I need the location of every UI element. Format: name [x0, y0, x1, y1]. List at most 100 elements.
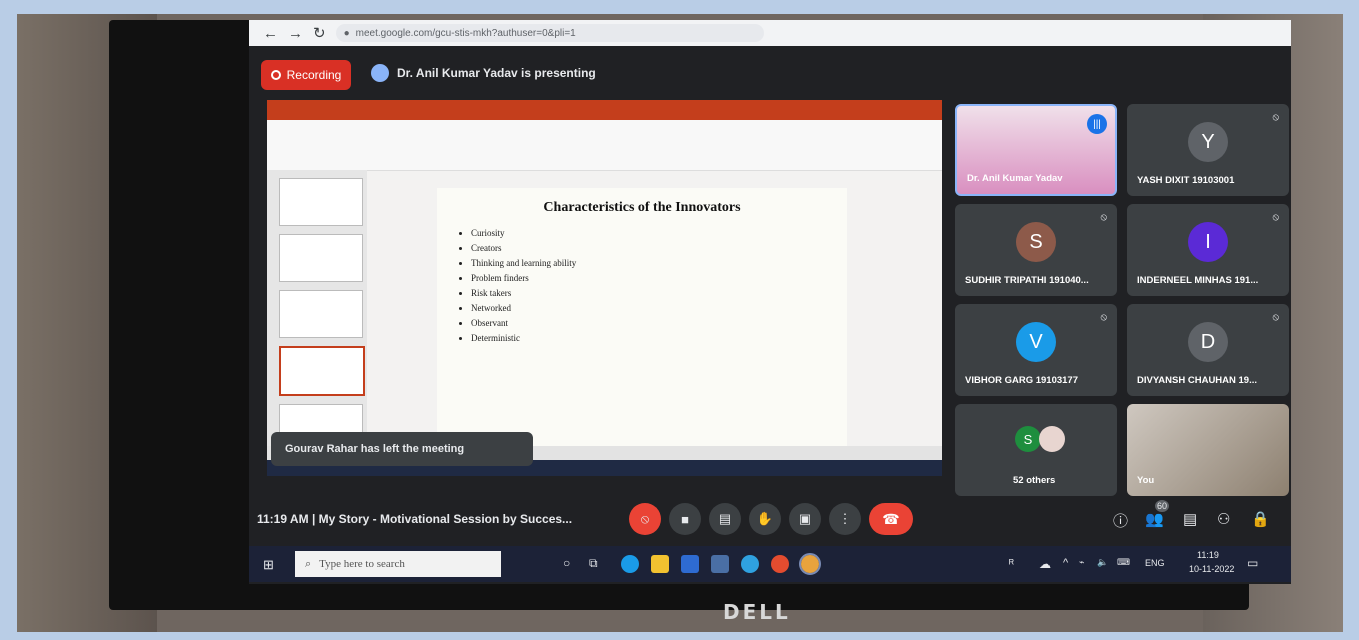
slide-bullet: Curiosity [471, 226, 847, 241]
mic-off-icon: ⦸ [1100, 312, 1107, 323]
hand-icon: ✋ [756, 511, 774, 526]
slide-bullet: Networked [471, 301, 847, 316]
participant-avatar: I [1188, 222, 1228, 262]
chrome-icon[interactable] [771, 555, 789, 573]
meeting-controls: 11:19 AM | My Story - Motivational Sessi… [249, 498, 1291, 540]
globe-app-icon[interactable] [741, 555, 759, 573]
host-controls-lock-icon[interactable]: 🔒 [1251, 510, 1270, 528]
taskbar-search[interactable]: ⌕ Type here to search [295, 551, 501, 577]
store-icon[interactable] [681, 555, 699, 573]
slide-bullets: Curiosity Creators Thinking and learning… [459, 226, 847, 346]
participant-avatar: S [1016, 222, 1056, 262]
browser-toolbar: ← → ↻ ● meet.google.com/gcu-stis-mkh?aut… [249, 20, 1291, 46]
slide-thumbnail [279, 234, 363, 282]
meeting-title: My Story - Motivational Session by Succe… [318, 512, 573, 526]
slide-thumbnail [279, 290, 363, 338]
presenter-avatar [371, 64, 389, 82]
slide-thumbnails [267, 170, 367, 460]
participant-tile[interactable]: ⦸ I INDERNEEL MINHAS 191... [1127, 204, 1289, 296]
participant-avatar: V [1016, 322, 1056, 362]
slide-bullet: Problem finders [471, 271, 847, 286]
mic-off-icon: ⦸ [1100, 212, 1107, 223]
edge-icon[interactable] [621, 555, 639, 573]
recording-icon [270, 70, 281, 80]
mic-off-icon: ⦸ [1272, 112, 1279, 123]
people-icon[interactable]: 👥 [1145, 510, 1164, 528]
back-icon[interactable]: ← [263, 25, 278, 42]
slide-bullet: Thinking and learning ability [471, 256, 847, 271]
presenting-text: Dr. Anil Kumar Yadav is presenting [397, 66, 596, 80]
camera-toggle-button[interactable]: ■ [669, 503, 701, 535]
forward-icon[interactable]: → [288, 25, 303, 42]
leave-call-button[interactable]: ☎ [869, 503, 913, 535]
current-slide: Characteristics of the Innovators Curios… [437, 188, 847, 448]
present-button[interactable]: ▣ [789, 503, 821, 535]
screen: ← → ↻ ● meet.google.com/gcu-stis-mkh?aut… [249, 20, 1291, 584]
activities-icon[interactable]: ⚇ [1217, 510, 1230, 528]
participant-tile[interactable]: ||| Dr. Anil Kumar Yadav [955, 104, 1117, 196]
slide-thumbnail-active [279, 346, 365, 396]
slide-title: Characteristics of the Innovators [543, 200, 741, 215]
search-placeholder: Type here to search [319, 558, 405, 570]
slide-bullet: Observant [471, 316, 847, 331]
recording-label: Recording [286, 68, 342, 82]
participant-avatar: S [1015, 426, 1041, 452]
participant-tile[interactable]: ⦸ Y YASH DIXIT 19103001 [1127, 104, 1289, 196]
briefcase-icon[interactable] [711, 555, 729, 573]
volume-icon[interactable]: 🔈 [1097, 557, 1108, 568]
participant-avatar: D [1188, 322, 1228, 362]
chrome-active-icon[interactable] [799, 553, 821, 575]
participant-count-badge: 60 [1155, 500, 1170, 512]
user-tray-icon[interactable]: ᴿ [1009, 558, 1014, 570]
participant-tile[interactable]: ⦸ V VIBHOR GARG 19103177 [955, 304, 1117, 396]
presenting-indicator: Dr. Anil Kumar Yadav is presenting [371, 64, 596, 82]
self-video-tile[interactable]: You [1127, 404, 1289, 496]
meeting-separator: | [311, 512, 316, 526]
language-indicator[interactable]: ENG [1145, 558, 1165, 568]
more-options-button[interactable]: ⋮ [829, 503, 861, 535]
participant-name: VIBHOR GARG 19103177 [965, 375, 1078, 386]
reload-icon[interactable]: ↻ [313, 24, 326, 42]
chat-icon[interactable]: ▤ [1183, 510, 1197, 528]
monitor-brand-logo: DELL [723, 600, 791, 624]
slide-thumbnail [279, 178, 363, 226]
others-tile[interactable]: S 52 others [955, 404, 1117, 496]
address-text: meet.google.com/gcu-stis-mkh?authuser=0&… [355, 27, 576, 39]
clock-time[interactable]: 11:19 [1197, 550, 1219, 560]
participant-name: SUDHIR TRIPATHI 191040... [965, 275, 1089, 286]
participant-tile[interactable]: ⦸ D DIVYANSH CHAUHAN 19... [1127, 304, 1289, 396]
recording-button[interactable]: Recording [261, 60, 351, 90]
onedrive-icon[interactable]: ☁ [1039, 557, 1051, 571]
tray-overflow-icon[interactable]: ^ [1063, 557, 1068, 569]
mic-off-icon: ⦸ [640, 511, 650, 526]
cortana-icon[interactable]: ○ [563, 556, 570, 570]
participant-photo-avatar [1039, 426, 1065, 452]
monitor: DELL ← → ↻ ● meet.google.com/gcu-stis-mk… [109, 20, 1291, 624]
participant-avatar: Y [1188, 122, 1228, 162]
captions-button[interactable]: ▤ [709, 503, 741, 535]
others-count: 52 others [1013, 475, 1056, 486]
camera-icon: ■ [681, 511, 689, 527]
photo-frame: DELL ← → ↻ ● meet.google.com/gcu-stis-mk… [17, 14, 1343, 632]
file-explorer-icon[interactable] [651, 555, 669, 573]
address-bar[interactable]: ● meet.google.com/gcu-stis-mkh?authuser=… [335, 24, 764, 42]
clock-date[interactable]: 10-11-2022 [1189, 564, 1234, 574]
participant-tile[interactable]: ⦸ S SUDHIR TRIPATHI 191040... [955, 204, 1117, 296]
mic-toggle-button[interactable]: ⦸ [629, 503, 661, 535]
notification-toast: Gourav Rahar has left the meeting [271, 432, 533, 466]
windows-taskbar: ⊞ ⌕ Type here to search ○ ⧉ ᴿ ☁ ^ ⌁ 🔈 ⌨ … [249, 546, 1291, 582]
info-icon[interactable]: ⓘ [1113, 510, 1128, 531]
keyboard-icon[interactable]: ⌨ [1117, 557, 1130, 568]
ppt-ribbon-tabs [267, 110, 942, 120]
windows-start-icon[interactable]: ⊞ [263, 557, 274, 573]
mic-off-icon: ⦸ [1272, 312, 1279, 323]
mic-off-icon: ⦸ [1272, 212, 1279, 223]
slide-bullet: Creators [471, 241, 847, 256]
notification-center-icon[interactable]: ▭ [1247, 556, 1258, 570]
phone-hangup-icon: ☎ [882, 510, 900, 527]
task-view-icon[interactable]: ⧉ [589, 556, 598, 571]
raise-hand-button[interactable]: ✋ [749, 503, 781, 535]
present-icon: ▣ [798, 511, 812, 526]
participant-name: INDERNEEL MINHAS 191... [1137, 275, 1259, 286]
network-icon[interactable]: ⌁ [1079, 557, 1084, 568]
